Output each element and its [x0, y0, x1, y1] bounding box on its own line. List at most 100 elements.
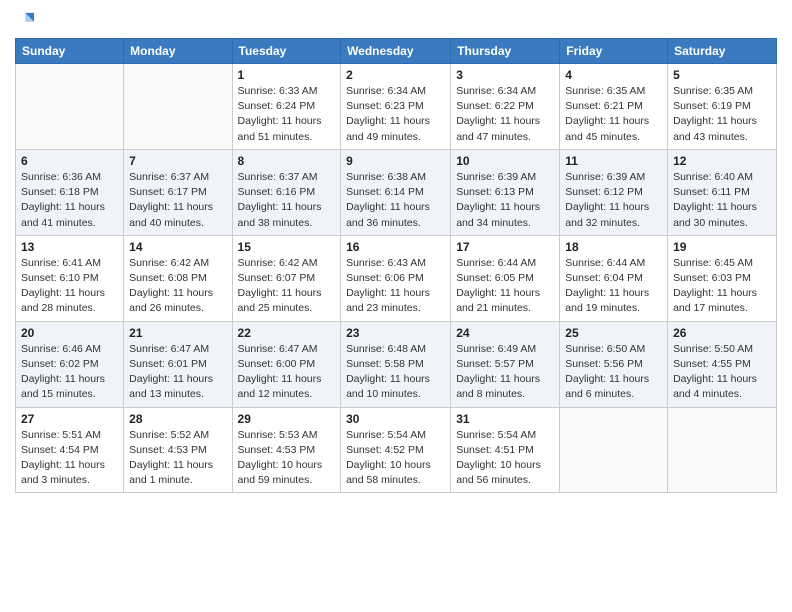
day-number: 27 [21, 412, 118, 426]
day-number: 30 [346, 412, 445, 426]
day-number: 25 [565, 326, 662, 340]
day-number: 15 [238, 240, 336, 254]
calendar-cell: 11 Sunrise: 6:39 AMSunset: 6:12 PMDayligh… [560, 149, 668, 235]
calendar-cell: 16Sunrise: 6:43 AMSunset: 6:06 PMDayligh… [341, 235, 451, 321]
day-number: 7 [129, 154, 226, 168]
day-number: 18 [565, 240, 662, 254]
calendar-cell: 22 Sunrise: 6:47 AMSunset: 6:00 PMDayligh… [232, 321, 341, 407]
logo-icon [15, 10, 37, 32]
calendar-cell: 14 Sunrise: 6:42 AMSunset: 6:08 PMDayligh… [124, 235, 232, 321]
day-info: Sunrise: 6:50 AMSunset: 5:56 PMDaylight:… [565, 342, 662, 403]
day-info: Sunrise: 6:47 AMSunset: 6:01 PMDaylight:… [129, 342, 226, 403]
day-info: Sunrise: 6:45 AMSunset: 6:03 PMDaylight:… [673, 256, 771, 317]
day-info: Sunrise: 6:37 AMSunset: 6:17 PMDaylight:… [129, 170, 226, 231]
calendar-table: SundayMondayTuesdayWednesdayThursdayFrid… [15, 38, 777, 493]
calendar-cell: 23Sunrise: 6:48 AMSunset: 5:58 PMDayligh… [341, 321, 451, 407]
day-number: 6 [21, 154, 118, 168]
day-info: Sunrise: 6:34 AMSunset: 6:22 PMDaylight:… [456, 84, 554, 145]
day-info: Sunrise: 6:37 AMSunset: 6:16 PMDaylight:… [238, 170, 336, 231]
calendar-cell: 20 Sunrise: 6:46 AMSunset: 6:02 PMDayligh… [16, 321, 124, 407]
calendar-cell [16, 64, 124, 150]
calendar-cell: 29Sunrise: 5:53 AMSunset: 4:53 PMDayligh… [232, 407, 341, 493]
day-number: 8 [238, 154, 336, 168]
calendar-cell: 12 Sunrise: 6:40 AMSunset: 6:11 PMDayligh… [668, 149, 777, 235]
calendar-cell: 30 Sunrise: 5:54 AMSunset: 4:52 PMDayligh… [341, 407, 451, 493]
day-number: 12 [673, 154, 771, 168]
weekday-header-friday: Friday [560, 39, 668, 64]
weekday-header-tuesday: Tuesday [232, 39, 341, 64]
day-number: 14 [129, 240, 226, 254]
logo [15, 10, 39, 32]
day-number: 3 [456, 68, 554, 82]
day-info: Sunrise: 6:39 AMSunset: 6:13 PMDaylight:… [456, 170, 554, 231]
calendar-cell [124, 64, 232, 150]
day-info: Sunrise: 6:39 AMSunset: 6:12 PMDaylight:… [565, 170, 662, 231]
day-info: Sunrise: 6:46 AMSunset: 6:02 PMDaylight:… [21, 342, 118, 403]
day-number: 9 [346, 154, 445, 168]
day-number: 28 [129, 412, 226, 426]
day-info: Sunrise: 6:34 AMSunset: 6:23 PMDaylight:… [346, 84, 445, 145]
weekday-header-saturday: Saturday [668, 39, 777, 64]
day-info: Sunrise: 6:44 AMSunset: 6:05 PMDaylight:… [456, 256, 554, 317]
day-info: Sunrise: 5:52 AMSunset: 4:53 PMDaylight:… [129, 428, 226, 489]
weekday-header-wednesday: Wednesday [341, 39, 451, 64]
day-info: Sunrise: 6:42 AMSunset: 6:07 PMDaylight:… [238, 256, 336, 317]
weekday-header-sunday: Sunday [16, 39, 124, 64]
day-info: Sunrise: 6:47 AMSunset: 6:00 PMDaylight:… [238, 342, 336, 403]
day-info: Sunrise: 6:41 AMSunset: 6:10 PMDaylight:… [21, 256, 118, 317]
day-number: 31 [456, 412, 554, 426]
weekday-header-monday: Monday [124, 39, 232, 64]
day-number: 17 [456, 240, 554, 254]
day-number: 16 [346, 240, 445, 254]
calendar-cell: 27 Sunrise: 5:51 AMSunset: 4:54 PMDayligh… [16, 407, 124, 493]
day-number: 5 [673, 68, 771, 82]
day-info: Sunrise: 5:54 AMSunset: 4:51 PMDaylight:… [456, 428, 554, 489]
day-info: Sunrise: 6:38 AMSunset: 6:14 PMDaylight:… [346, 170, 445, 231]
calendar-cell: 31 Sunrise: 5:54 AMSunset: 4:51 PMDayligh… [451, 407, 560, 493]
weekday-header-thursday: Thursday [451, 39, 560, 64]
calendar-cell: 24Sunrise: 6:49 AMSunset: 5:57 PMDayligh… [451, 321, 560, 407]
calendar-cell: 3 Sunrise: 6:34 AMSunset: 6:22 PMDaylight… [451, 64, 560, 150]
calendar-cell: 1 Sunrise: 6:33 AMSunset: 6:24 PMDaylight… [232, 64, 341, 150]
calendar-cell: 5 Sunrise: 6:35 AMSunset: 6:19 PMDaylight… [668, 64, 777, 150]
day-number: 19 [673, 240, 771, 254]
day-number: 26 [673, 326, 771, 340]
calendar-cell: 26 Sunrise: 5:50 AMSunset: 4:55 PMDayligh… [668, 321, 777, 407]
day-number: 13 [21, 240, 118, 254]
day-info: Sunrise: 6:44 AMSunset: 6:04 PMDaylight:… [565, 256, 662, 317]
calendar-cell: 18 Sunrise: 6:44 AMSunset: 6:04 PMDayligh… [560, 235, 668, 321]
day-number: 21 [129, 326, 226, 340]
calendar-cell [560, 407, 668, 493]
calendar-cell: 25 Sunrise: 6:50 AMSunset: 5:56 PMDayligh… [560, 321, 668, 407]
day-info: Sunrise: 5:51 AMSunset: 4:54 PMDaylight:… [21, 428, 118, 489]
day-number: 10 [456, 154, 554, 168]
day-number: 11 [565, 154, 662, 168]
calendar-cell: 17 Sunrise: 6:44 AMSunset: 6:05 PMDayligh… [451, 235, 560, 321]
day-info: Sunrise: 6:35 AMSunset: 6:19 PMDaylight:… [673, 84, 771, 145]
calendar-cell: 9 Sunrise: 6:38 AMSunset: 6:14 PMDaylight… [341, 149, 451, 235]
day-number: 20 [21, 326, 118, 340]
calendar-cell: 13 Sunrise: 6:41 AMSunset: 6:10 PMDayligh… [16, 235, 124, 321]
calendar-cell: 7 Sunrise: 6:37 AMSunset: 6:17 PMDaylight… [124, 149, 232, 235]
calendar-cell: 6 Sunrise: 6:36 AMSunset: 6:18 PMDaylight… [16, 149, 124, 235]
day-number: 4 [565, 68, 662, 82]
calendar-cell: 2Sunrise: 6:34 AMSunset: 6:23 PMDaylight… [341, 64, 451, 150]
calendar-cell: 4 Sunrise: 6:35 AMSunset: 6:21 PMDaylight… [560, 64, 668, 150]
day-info: Sunrise: 5:50 AMSunset: 4:55 PMDaylight:… [673, 342, 771, 403]
day-number: 22 [238, 326, 336, 340]
day-number: 1 [238, 68, 336, 82]
calendar-cell [668, 407, 777, 493]
calendar-cell: 15 Sunrise: 6:42 AMSunset: 6:07 PMDayligh… [232, 235, 341, 321]
day-info: Sunrise: 6:49 AMSunset: 5:57 PMDaylight:… [456, 342, 554, 403]
calendar-cell: 8 Sunrise: 6:37 AMSunset: 6:16 PMDaylight… [232, 149, 341, 235]
calendar-cell: 19 Sunrise: 6:45 AMSunset: 6:03 PMDayligh… [668, 235, 777, 321]
calendar-cell: 28 Sunrise: 5:52 AMSunset: 4:53 PMDayligh… [124, 407, 232, 493]
day-info: Sunrise: 5:54 AMSunset: 4:52 PMDaylight:… [346, 428, 445, 489]
day-number: 23 [346, 326, 445, 340]
calendar-cell: 21 Sunrise: 6:47 AMSunset: 6:01 PMDayligh… [124, 321, 232, 407]
day-info: Sunrise: 6:33 AMSunset: 6:24 PMDaylight:… [238, 84, 336, 145]
day-info: Sunrise: 6:42 AMSunset: 6:08 PMDaylight:… [129, 256, 226, 317]
day-info: Sunrise: 6:40 AMSunset: 6:11 PMDaylight:… [673, 170, 771, 231]
day-info: Sunrise: 6:35 AMSunset: 6:21 PMDaylight:… [565, 84, 662, 145]
day-info: Sunrise: 6:36 AMSunset: 6:18 PMDaylight:… [21, 170, 118, 231]
